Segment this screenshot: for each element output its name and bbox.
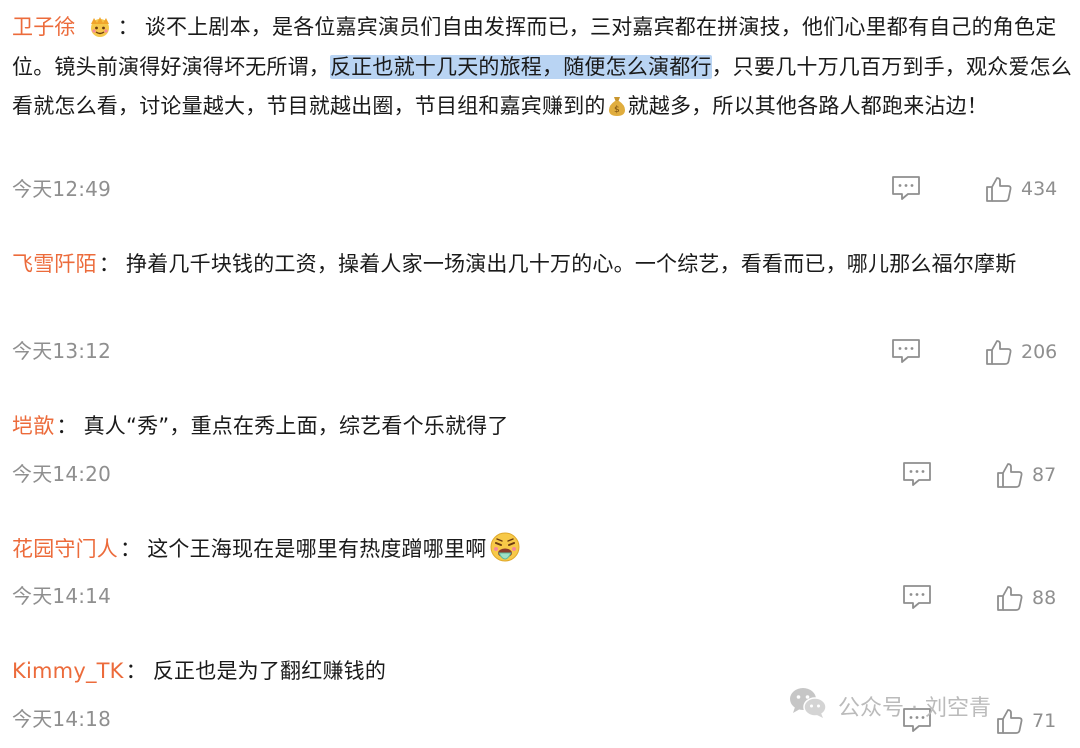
comment-timestamp: 今天12:49 [12, 177, 112, 201]
thumbs-up-icon [996, 461, 1024, 489]
money-bag-icon: $ [607, 91, 627, 116]
comment-text: 真人“秀”，重点在秀上面，综艺看个乐就得了 [83, 414, 509, 438]
comment-body: 花园守门人： 这个王海现在是哪里有热度蹭哪里啊 [12, 530, 1072, 570]
comment-text: 反正也是为了翻红赚钱的 [152, 659, 387, 683]
svg-text:$: $ [614, 105, 620, 115]
comment-timestamp: 今天14:14 [12, 584, 112, 608]
reply-comment-icon[interactable] [891, 338, 921, 364]
like-count: 88 [1032, 587, 1057, 609]
selected-text-highlight: 反正也就十几天的旅程，随便怎么演都行 [330, 54, 712, 79]
like-button[interactable]: 87 [996, 460, 1056, 490]
separator: ： [120, 537, 142, 561]
comment-body: 垲歆： 真人“秀”，重点在秀上面，综艺看个乐就得了 [12, 407, 1072, 447]
like-button[interactable]: 206 [985, 337, 1057, 367]
comment-timestamp: 今天13:12 [12, 339, 112, 363]
comment-list: 卫子徐：谈不上剧本，是各位嘉宾演员们自由发挥而已，三对嘉宾都在拼演技，他们心里都… [0, 0, 1080, 748]
comment-body: 卫子徐：谈不上剧本，是各位嘉宾演员们自由发挥而已，三对嘉宾都在拼演技，他们心里都… [12, 8, 1072, 127]
separator: ： [125, 659, 147, 683]
comment-username[interactable]: 飞雪阡陌 [12, 252, 97, 276]
like-count: 71 [1032, 710, 1057, 732]
wechat-logo-icon [788, 686, 838, 726]
separator: ： [117, 15, 139, 39]
crown-badge-icon [86, 12, 114, 37]
comment-text: 这个王海现在是哪里有热度蹭哪里啊 [147, 537, 487, 561]
comment-body: 飞雪阡陌： 挣着几千块钱的工资，操着人家一场演出几十万的心。一个综艺，看看而已，哪… [12, 245, 1072, 285]
comment-timestamp: 今天14:18 [12, 707, 112, 731]
separator: ： [98, 252, 121, 276]
thumbs-up-icon [985, 175, 1013, 203]
comment-username[interactable]: 花园守门人 [12, 537, 118, 561]
like-button[interactable]: 434 [985, 174, 1057, 204]
comment-username[interactable]: 垲歆 [12, 414, 54, 438]
comment-text: 挣着几千块钱的工资，操着人家一场演出几十万的心。一个综艺，看看而已，哪儿那么福尔… [126, 252, 1017, 276]
reply-comment-icon[interactable] [891, 175, 921, 201]
comment-username[interactable]: Kimmy_TK [12, 659, 124, 683]
like-button[interactable]: 88 [996, 583, 1056, 613]
thumbs-up-icon [996, 584, 1024, 612]
thumbs-up-icon [996, 707, 1024, 735]
watermark: 公众号 · 刘空青 [788, 686, 991, 726]
like-button[interactable]: 71 [996, 706, 1056, 736]
comment-text: 就越多，所以其他各路人都跑来沾边！ [627, 94, 989, 118]
comment-timestamp: 今天14:20 [12, 462, 112, 486]
separator: ： [56, 414, 78, 438]
like-count: 87 [1032, 464, 1057, 486]
like-count: 206 [1021, 341, 1058, 363]
vomit-face-emoji-icon [488, 531, 522, 565]
reply-comment-icon[interactable] [902, 461, 932, 487]
reply-comment-icon[interactable] [902, 584, 932, 610]
like-count: 434 [1021, 178, 1058, 200]
watermark-text: 公众号 · 刘空青 [838, 696, 991, 721]
comment-username[interactable]: 卫子徐 [12, 15, 76, 39]
thumbs-up-icon [985, 338, 1013, 366]
